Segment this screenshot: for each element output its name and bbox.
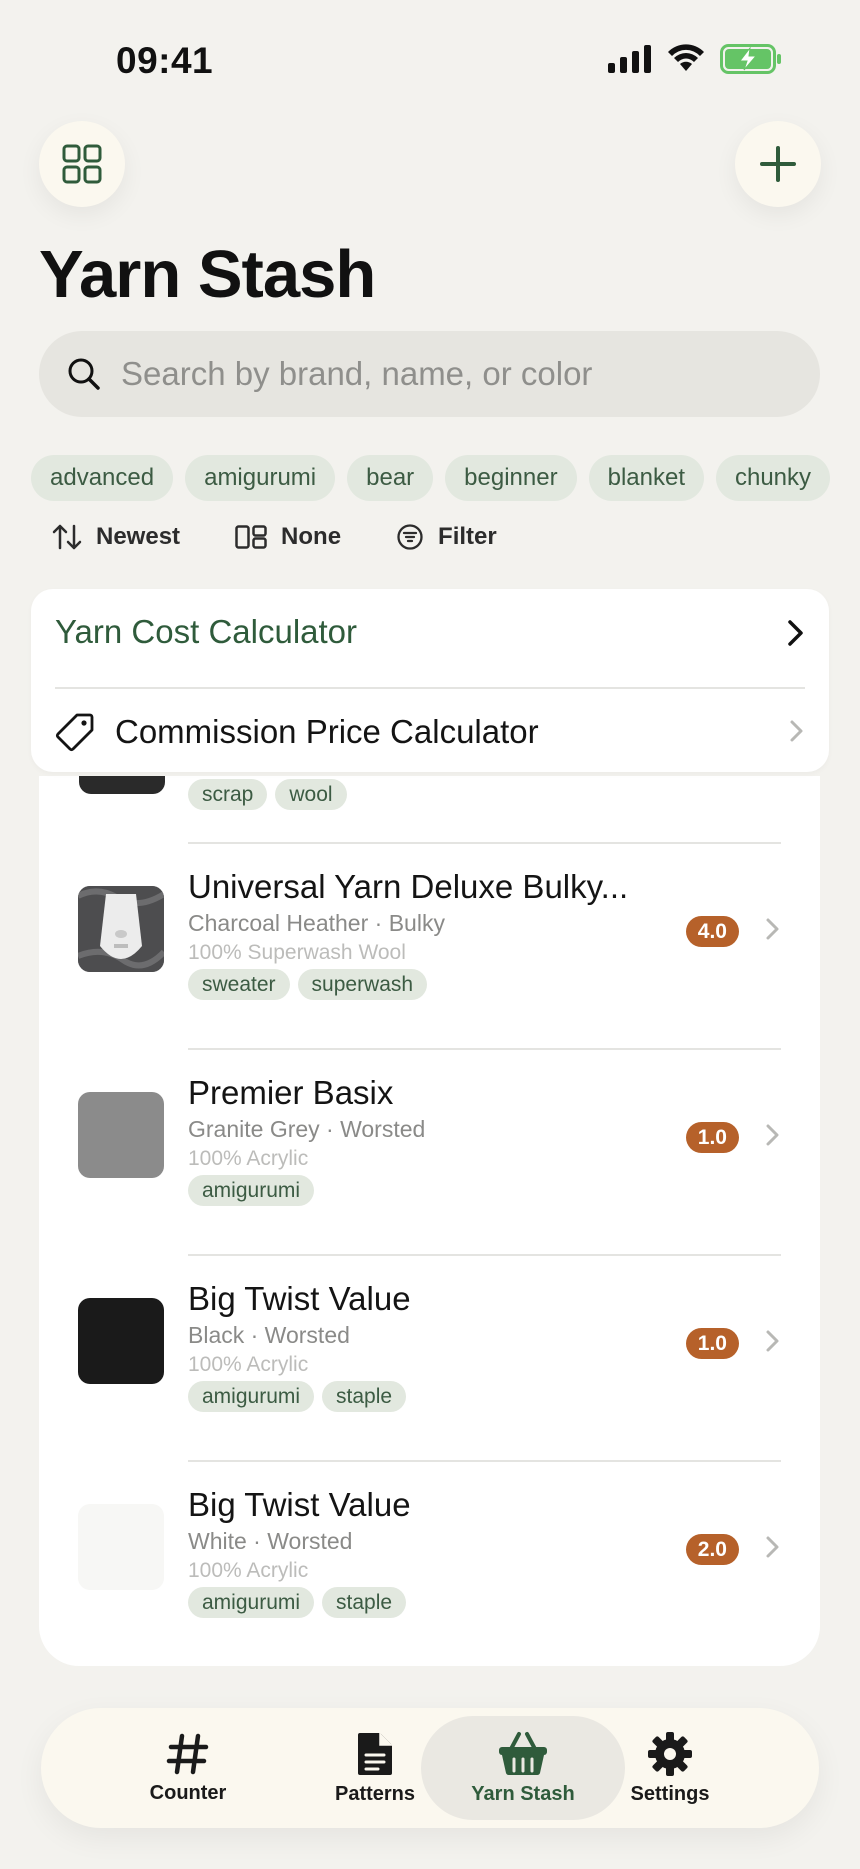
yarn-name: Universal Yarn Deluxe Bulky... bbox=[188, 868, 629, 905]
tag: staple bbox=[322, 1381, 407, 1412]
commission-price-calculator-label: Commission Price Calculator bbox=[115, 713, 539, 750]
yarn-cost-calculator-label: Yarn Cost Calculator bbox=[55, 613, 358, 650]
group-icon bbox=[235, 525, 267, 549]
commission-price-calculator-item[interactable]: Commission Price Calculator bbox=[31, 689, 829, 775]
basket-icon bbox=[499, 1731, 547, 1775]
filter-button[interactable]: Filter bbox=[396, 523, 497, 551]
tab-bar: Counter Patterns Yarn Stash Settings bbox=[41, 1708, 819, 1828]
tag-list: amigurumi bbox=[188, 1175, 315, 1206]
quantity-badge: 1.0 bbox=[685, 1328, 739, 1359]
layout-toggle-button[interactable] bbox=[39, 121, 125, 207]
yarn-cost-calculator-item[interactable]: Yarn Cost Calculator bbox=[31, 589, 829, 675]
tab-label: Settings bbox=[630, 1782, 710, 1805]
group-button[interactable]: None bbox=[235, 523, 341, 551]
sort-toolbar: Newest None Filter bbox=[52, 523, 552, 551]
yarn-fiber: 100% Acrylic bbox=[188, 1559, 309, 1582]
yarn-list-item[interactable]: Premier Basix Granite Grey · Worsted 100… bbox=[39, 1050, 820, 1256]
cellular-signal-icon bbox=[608, 45, 651, 73]
tag: amigurumi bbox=[188, 1587, 315, 1618]
yarn-name: Premier Basix bbox=[188, 1074, 394, 1111]
wifi-icon bbox=[668, 44, 704, 71]
chevron-right-icon bbox=[788, 620, 803, 646]
grid-icon bbox=[62, 144, 102, 184]
yarn-list-item[interactable]: Big Twist Value Black · Worsted 100% Acr… bbox=[39, 1256, 820, 1462]
tab-label: Patterns bbox=[334, 1782, 416, 1805]
yarn-list-item[interactable]: Big Twist Value White · Worsted 100% Acr… bbox=[39, 1462, 820, 1666]
chevron-right-icon bbox=[790, 720, 803, 742]
yarn-list-item[interactable]: Universal Yarn Deluxe Bulky... Charcoal … bbox=[39, 844, 820, 1050]
tab-settings[interactable]: Settings bbox=[568, 1716, 772, 1820]
search-input[interactable]: Search by brand, name, or color bbox=[39, 331, 820, 417]
chip-chunky[interactable]: chunky bbox=[715, 455, 831, 501]
tag-list: sweater superwash bbox=[188, 969, 428, 1000]
tag: scrap bbox=[188, 779, 268, 810]
hash-icon bbox=[166, 1733, 209, 1774]
tag-list: amigurumi staple bbox=[188, 1381, 407, 1412]
tab-counter[interactable]: Counter bbox=[86, 1716, 290, 1820]
chip-beginner[interactable]: beginner bbox=[445, 455, 577, 501]
chip-bear[interactable]: bear bbox=[347, 455, 434, 501]
sort-label: Newest bbox=[96, 523, 181, 550]
tab-label: Yarn Stash bbox=[471, 1782, 575, 1805]
quantity-badge: 1.0 bbox=[685, 1122, 739, 1153]
filter-icon bbox=[397, 524, 423, 550]
tag: amigurumi bbox=[188, 1175, 315, 1206]
chevron-right-icon bbox=[766, 918, 779, 940]
chevron-right-icon bbox=[766, 1330, 779, 1352]
status-time: 09:41 bbox=[116, 40, 214, 81]
plus-icon bbox=[760, 146, 796, 182]
chip-blanket[interactable]: blanket bbox=[588, 455, 704, 501]
sort-button[interactable]: Newest bbox=[52, 523, 180, 551]
tag-list: scrap wool bbox=[188, 779, 347, 810]
tag: wool bbox=[275, 779, 347, 810]
tab-label: Counter bbox=[149, 1781, 227, 1804]
calculator-menu: Yarn Cost Calculator Commission Price Ca… bbox=[31, 589, 829, 772]
quantity-badge: 2.0 bbox=[685, 1534, 739, 1565]
chip-amigurumi[interactable]: amigurumi bbox=[185, 455, 336, 501]
chevron-right-icon bbox=[766, 1536, 779, 1558]
price-tag-icon bbox=[55, 713, 94, 752]
yarn-fiber: 100% Superwash Wool bbox=[188, 941, 406, 964]
sort-arrows-icon bbox=[52, 524, 82, 550]
quantity-badge: 4.0 bbox=[685, 916, 739, 947]
tag-list: amigurumi staple bbox=[188, 1587, 407, 1618]
search-placeholder: Search by brand, name, or color bbox=[121, 355, 593, 392]
tag: amigurumi bbox=[188, 1381, 315, 1412]
chevron-right-icon bbox=[766, 1124, 779, 1146]
status-bar: 09:41 bbox=[0, 0, 860, 110]
search-icon bbox=[68, 358, 100, 390]
yarn-color-swatch bbox=[78, 1298, 164, 1384]
yarn-color-swatch bbox=[78, 1504, 164, 1590]
yarn-thumbnail bbox=[79, 776, 165, 794]
tag: staple bbox=[322, 1587, 407, 1618]
yarn-photo-image bbox=[78, 886, 164, 972]
yarn-color-weight: Black · Worsted bbox=[188, 1322, 350, 1348]
yarn-color-weight: White · Worsted bbox=[188, 1528, 353, 1554]
gear-icon bbox=[648, 1731, 692, 1776]
yarn-color-swatch bbox=[78, 1092, 164, 1178]
yarn-fiber: 100% Acrylic bbox=[188, 1353, 309, 1376]
yarn-name: Big Twist Value bbox=[188, 1280, 411, 1317]
tag: sweater bbox=[188, 969, 290, 1000]
filter-label: Filter bbox=[438, 523, 497, 550]
tag: superwash bbox=[297, 969, 428, 1000]
yarn-fiber: 100% Acrylic bbox=[188, 1147, 309, 1170]
yarn-color-weight: Granite Grey · Worsted bbox=[188, 1116, 426, 1142]
yarn-name: Big Twist Value bbox=[188, 1486, 411, 1523]
yarn-photo bbox=[78, 886, 164, 972]
page-title: Yarn Stash bbox=[39, 237, 376, 312]
battery-charging-icon bbox=[720, 44, 781, 74]
yarn-list: scrap wool Universal Yarn Deluxe Bulky..… bbox=[39, 776, 820, 1666]
status-icons bbox=[608, 44, 782, 74]
add-yarn-button[interactable] bbox=[735, 121, 821, 207]
tag-filter-chips: advanced amigurumi bear beginner blanket… bbox=[31, 455, 831, 501]
document-icon bbox=[358, 1732, 392, 1775]
yarn-color-weight: Charcoal Heather · Bulky bbox=[188, 910, 445, 936]
group-label: None bbox=[281, 523, 342, 550]
chip-advanced[interactable]: advanced bbox=[31, 455, 174, 501]
